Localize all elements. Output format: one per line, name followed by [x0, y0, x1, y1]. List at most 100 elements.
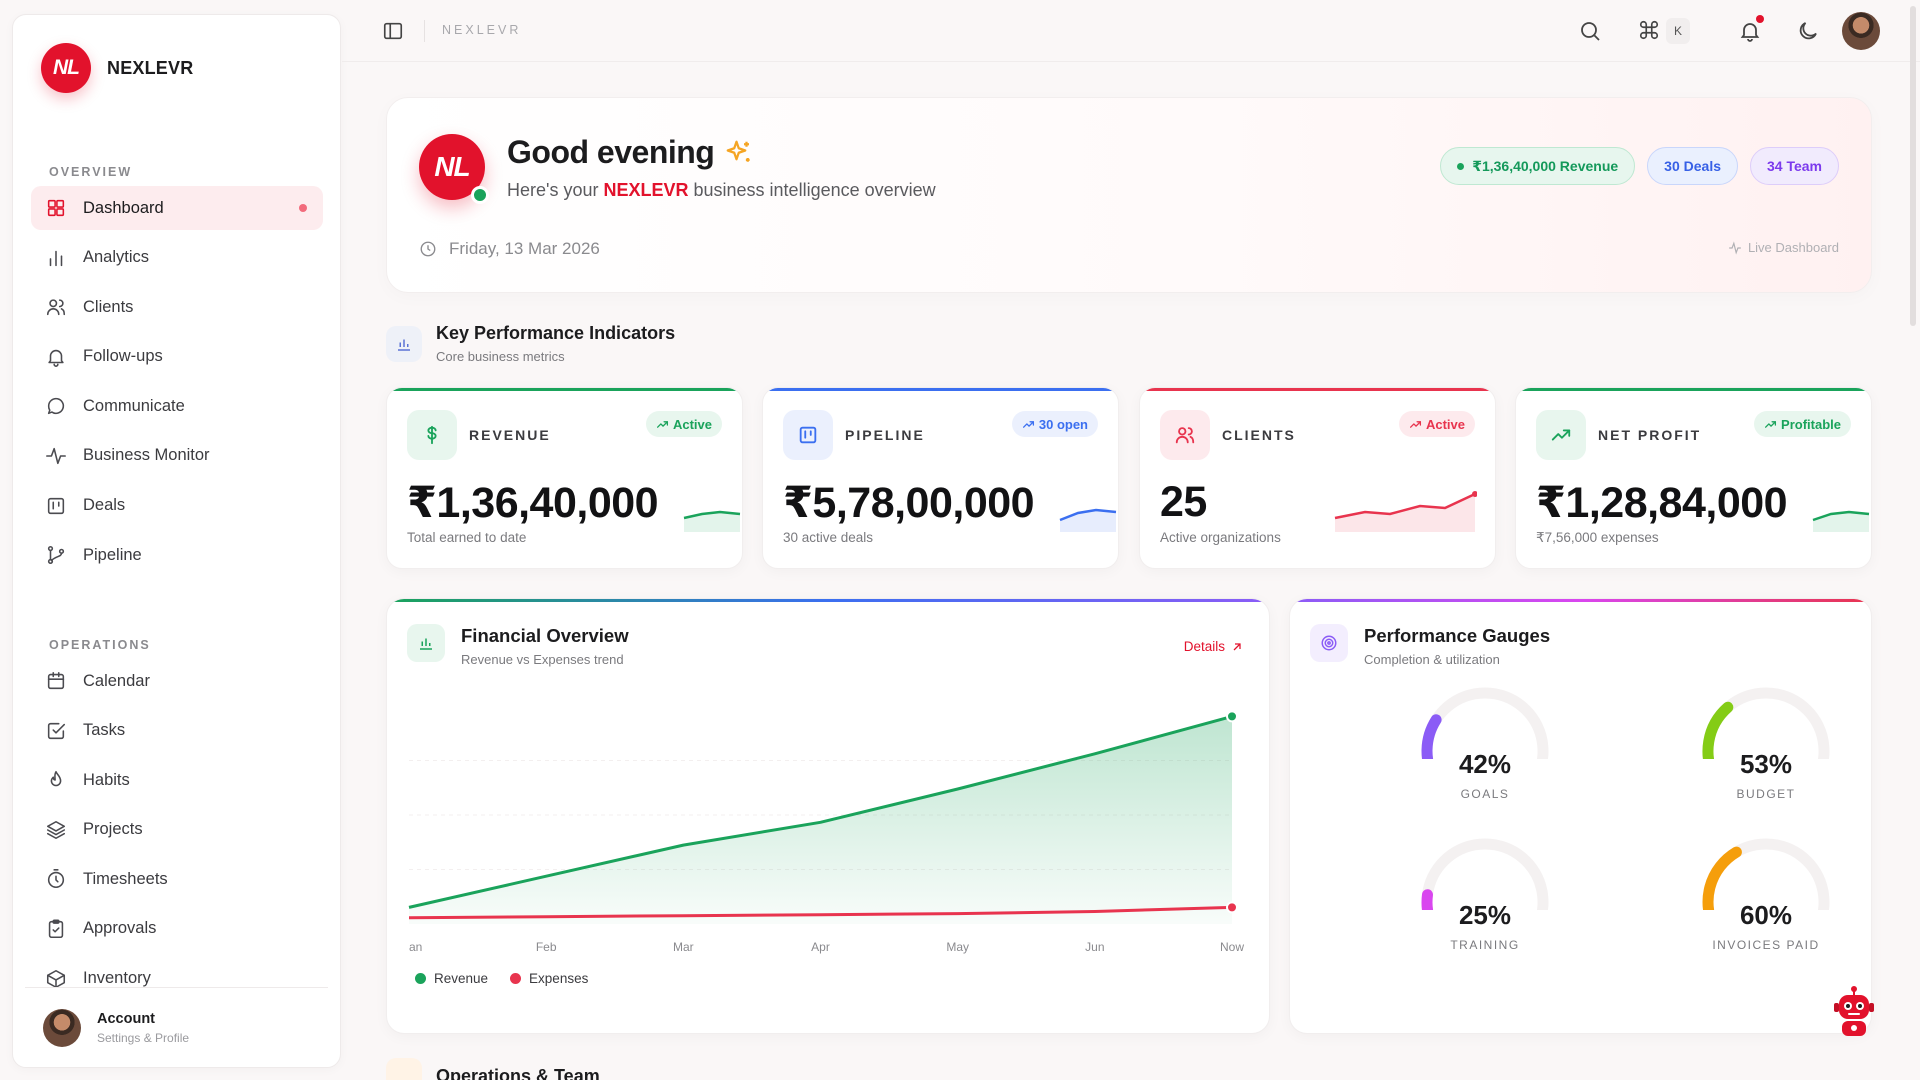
- sidebar-item-follow-ups[interactable]: Follow-ups: [31, 335, 323, 379]
- kpi-value: ₹5,78,00,000: [783, 479, 1035, 527]
- trending-up-icon: [1409, 418, 1422, 431]
- trending-up-icon: [1764, 418, 1777, 431]
- date-text: Friday, 13 Mar 2026: [449, 239, 600, 258]
- divider: [424, 20, 425, 42]
- sidebar-item-pipeline[interactable]: Pipeline: [31, 533, 323, 577]
- notification-dot: [1756, 15, 1764, 23]
- sidebar-item-habits[interactable]: Habits: [31, 758, 323, 802]
- sidebar-item-label: Projects: [83, 820, 143, 839]
- legend-item-expenses[interactable]: Expenses: [510, 971, 588, 986]
- kpi-section-title: Key Performance Indicators: [436, 323, 676, 343]
- kanban-icon: [45, 495, 67, 517]
- sidebar-item-dashboard[interactable]: Dashboard: [31, 186, 323, 230]
- kpi-card-clients[interactable]: CLIENTS Active 25 Active organizations: [1139, 387, 1496, 569]
- nav-operations: Calendar Tasks Habits Projects Timesheets App…: [31, 659, 323, 1006]
- sidebar-item-business-monitor[interactable]: Business Monitor: [31, 434, 323, 478]
- sidebar-item-analytics[interactable]: Analytics: [31, 236, 323, 280]
- message-icon: [45, 395, 67, 417]
- card-accent: [387, 388, 742, 391]
- grid-icon: [45, 197, 67, 219]
- section-label-overview: OVERVIEW: [49, 165, 133, 179]
- greeting-text: Good evening: [507, 134, 715, 170]
- gauges-subtitle: Completion & utilization: [1364, 652, 1500, 667]
- hero-subtitle: Here's your NEXLEVR business intelligenc…: [507, 180, 936, 201]
- gauge-percentage: 60%: [1739, 900, 1793, 930]
- sidebar-toggle-icon[interactable]: [382, 20, 404, 42]
- sidebar-item-tasks[interactable]: Tasks: [31, 709, 323, 753]
- git-branch-icon: [45, 544, 67, 566]
- sidebar-item-label: Timesheets: [83, 869, 168, 888]
- gauge-arc: [1421, 687, 1549, 759]
- search-icon[interactable]: [1578, 19, 1602, 43]
- gauge-goals: 42% GOALS: [1410, 679, 1560, 801]
- command-icon[interactable]: [1638, 19, 1662, 43]
- clock-icon: [419, 240, 437, 258]
- card-accent: [1140, 388, 1495, 391]
- sparkline-area: [1813, 512, 1869, 532]
- active-indicator: [299, 204, 307, 212]
- brand-name: NEXLEVR: [107, 57, 194, 78]
- x-tick-label: May: [946, 940, 969, 954]
- kpi-badge-label: 30 open: [1038, 416, 1088, 432]
- kpi-label: CLIENTS: [1222, 427, 1296, 443]
- user-avatar[interactable]: [1842, 12, 1880, 50]
- hero-sub-brand: NEXLEVR: [603, 180, 689, 200]
- financial-overview-card: Financial Overview Revenue vs Expenses t…: [386, 598, 1270, 1034]
- theme-toggle-icon[interactable]: [1796, 19, 1820, 43]
- sidebar-item-label: Dashboard: [83, 198, 164, 217]
- x-tick-label: Jun: [1085, 940, 1104, 954]
- gauge-arc: [1421, 838, 1549, 910]
- timer-icon: [45, 868, 67, 890]
- kpi-value: ₹1,36,40,000: [407, 479, 659, 527]
- legend-label: Expenses: [529, 971, 589, 986]
- sidebar-item-label: Follow-ups: [83, 347, 163, 366]
- revenue-endpoint: [1226, 710, 1238, 723]
- operations-section-title: Operations & Team: [436, 1065, 600, 1080]
- x-tick-label: Feb: [536, 940, 557, 954]
- calendar-icon: [45, 670, 67, 692]
- sidebar-item-calendar[interactable]: Calendar: [31, 659, 323, 703]
- kpi-subtext: Active organizations: [1160, 530, 1281, 545]
- gauge-arc: [1702, 838, 1830, 910]
- sidebar-item-label: Clients: [83, 297, 134, 316]
- legend-item-revenue[interactable]: Revenue: [415, 971, 488, 986]
- kpi-card-pipeline[interactable]: PIPELINE 30 open ₹5,78,00,000 30 active dea…: [762, 387, 1119, 569]
- account-menu[interactable]: Account Settings & Profile: [25, 987, 328, 1067]
- deals-pill[interactable]: 30 Deals: [1647, 147, 1738, 185]
- kpi-badge-label: Active: [1425, 416, 1465, 432]
- kpi-card-revenue[interactable]: REVENUE Active ₹1,36,40,000 Total earned to…: [386, 387, 743, 569]
- kpi-value: 25: [1160, 478, 1207, 526]
- sidebar-item-projects[interactable]: Projects: [31, 808, 323, 852]
- scrollbar[interactable]: [1910, 6, 1916, 326]
- team-pill[interactable]: 34 Team: [1750, 147, 1839, 185]
- sidebar-item-label: Pipeline: [83, 545, 142, 564]
- kpi-card-net-profit[interactable]: NET PROFIT Profitable ₹1,28,84,000 ₹7,56,00…: [1515, 387, 1872, 569]
- sidebar-item-label: Calendar: [83, 671, 150, 690]
- sidebar-item-approvals[interactable]: Approvals: [31, 907, 323, 951]
- kpi-subtext: Total earned to date: [407, 530, 527, 545]
- sidebar-item-deals[interactable]: Deals: [31, 484, 323, 528]
- kpi-badge: Active: [1398, 411, 1475, 437]
- kpi-badge: Profitable: [1754, 411, 1851, 437]
- brand[interactable]: NL NEXLEVR: [41, 43, 193, 93]
- operations-section-header: Operations & Team: [386, 1058, 600, 1080]
- x-tick-label: Apr: [811, 940, 830, 954]
- hero-sub-suffix: business intelligence overview: [688, 180, 936, 200]
- sidebar-item-timesheets[interactable]: Timesheets: [31, 857, 323, 901]
- section-label-operations: OPERATIONS: [49, 638, 151, 652]
- sidebar: NL NEXLEVR OVERVIEW Dashboard Analytics Cl…: [12, 14, 341, 1068]
- welcome-banner: NL Good evening Here's your NEXLEVR busi…: [386, 97, 1872, 293]
- account-name: Account: [97, 1010, 155, 1027]
- card-accent: [1516, 388, 1871, 391]
- briefcase-icon: [386, 1058, 422, 1080]
- nav-overview: Dashboard Analytics Clients Follow-ups Commu…: [31, 186, 323, 583]
- assistant-bot-icon[interactable]: [1831, 986, 1877, 1038]
- gauge-label: TRAINING: [1450, 938, 1520, 952]
- summary-pills: ₹1,36,40,000 Revenue 30 Deals 34 Team: [1440, 147, 1839, 185]
- gauge-percentage: 53%: [1739, 749, 1793, 779]
- sidebar-item-communicate[interactable]: Communicate: [31, 384, 323, 428]
- hero-sub-prefix: Here's your: [507, 180, 604, 200]
- revenue-pill[interactable]: ₹1,36,40,000 Revenue: [1440, 147, 1636, 185]
- sidebar-item-clients[interactable]: Clients: [31, 285, 323, 329]
- x-tick-label: an: [409, 940, 422, 954]
